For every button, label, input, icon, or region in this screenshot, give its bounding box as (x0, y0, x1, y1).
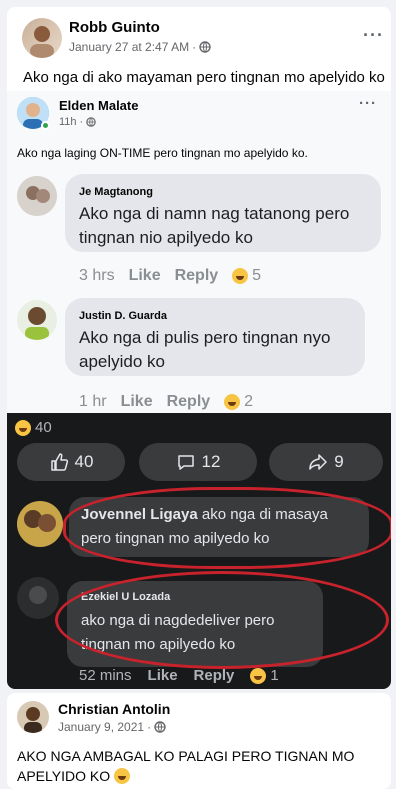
author-avatar[interactable] (22, 18, 62, 58)
dark-share-pill: 9 (269, 443, 383, 481)
comment-icon (177, 455, 194, 470)
commenter-avatar (17, 300, 57, 340)
author-name[interactable]: Christian Antolin (58, 701, 170, 717)
online-status-icon (41, 121, 50, 130)
dark-share-count: 9 (334, 452, 344, 471)
reply-link: Reply (166, 393, 211, 410)
author-name[interactable]: Robb Guinto (69, 19, 160, 36)
shared-timestamp: 11h (59, 116, 77, 128)
comment-text-line: Ako nga di namn nag tatanong pero (79, 204, 350, 223)
comment-text-line: apelyido ko (79, 352, 166, 371)
dark-like-count: 40 (74, 452, 94, 471)
reaction-count: 1 (270, 667, 279, 684)
more-icon: ··· (359, 95, 377, 112)
reaction-count: 5 (252, 267, 262, 284)
post-text: Ako nga di ako mayaman pero tingnan mo a… (23, 69, 385, 86)
haha-emoji-icon (232, 268, 249, 284)
post-timestamp[interactable]: January 9, 2021 (58, 720, 144, 734)
haha-emoji-icon (15, 419, 31, 436)
globe-icon (86, 117, 96, 127)
post-card: Robb Guinto January 27 at 2:47 AM · ··· … (7, 7, 391, 689)
dark-like-pill: 40 (17, 443, 125, 481)
comment-time: 52 mins (79, 667, 132, 684)
reply-link: Reply (193, 667, 235, 684)
post-card: Christian Antolin January 9, 2021 · AKO … (7, 693, 391, 789)
dark-comment-actions: 52 mins Like Reply 1 (79, 667, 279, 684)
post-text-line: APELYIDO KO (17, 768, 131, 784)
like-link: Like (128, 267, 161, 284)
post-text-line2: APELYIDO KO (17, 768, 111, 784)
shared-screenshot[interactable]: Elden Malate 11h · ··· Ako nga laging ON… (7, 91, 391, 689)
reaction-count: 2 (244, 393, 254, 410)
comment-time: 1 hr (79, 393, 107, 410)
author-avatar[interactable] (17, 701, 49, 733)
like-link: Like (147, 667, 178, 684)
like-link: Like (120, 393, 153, 410)
comment-actions: 1 hr Like Reply 2 (79, 393, 253, 411)
screenshot-light-area: Elden Malate 11h · ··· Ako nga laging ON… (7, 91, 391, 413)
haha-emoji-icon (224, 394, 241, 410)
dark-comment-pill: 12 (139, 443, 257, 481)
dark-reaction-summary: 40 (15, 419, 52, 436)
more-icon[interactable]: ··· (363, 25, 384, 46)
shared-meta: 11h · (59, 116, 96, 128)
dark-comment-count: 12 (201, 452, 221, 471)
post-meta: January 27 at 2:47 AM · (69, 40, 211, 54)
commenter-avatar (17, 501, 63, 547)
screenshot-dark-area: 40 40 12 9 Jovennel Ligaya ako nga di ma… (7, 413, 391, 689)
post-text-line: AKO NGA AMBAGAL KO PALAGI PERO TIGNAN MO (17, 748, 355, 764)
shared-author-name: Elden Malate (59, 98, 139, 113)
comment-text-line: tingnan nio apilyedo ko (79, 228, 253, 247)
commenter-avatar (17, 176, 57, 216)
commenter-name: Je Magtanong (79, 186, 153, 198)
comment-time: 3 hrs (79, 267, 115, 284)
haha-emoji-icon (114, 768, 131, 784)
shared-post-text: Ako nga laging ON-TIME pero tingnan mo a… (17, 146, 308, 160)
comment-text-line: Ako nga di pulis pero tingnan nyo (79, 328, 331, 347)
commenter-avatar (17, 577, 59, 619)
globe-icon (199, 41, 211, 53)
highlight-ring (63, 487, 391, 569)
reply-link: Reply (174, 267, 219, 284)
dark-reaction-count: 40 (35, 419, 52, 436)
share-icon (309, 454, 328, 470)
like-icon (50, 453, 68, 471)
highlight-ring (55, 571, 389, 669)
commenter-name: Justin D. Guarda (79, 310, 168, 322)
post-meta: January 9, 2021 · (58, 720, 166, 734)
haha-emoji-icon (250, 667, 267, 684)
comment-actions: 3 hrs Like Reply 5 (79, 267, 261, 285)
globe-icon (154, 721, 166, 733)
post-timestamp[interactable]: January 27 at 2:47 AM (69, 40, 189, 54)
